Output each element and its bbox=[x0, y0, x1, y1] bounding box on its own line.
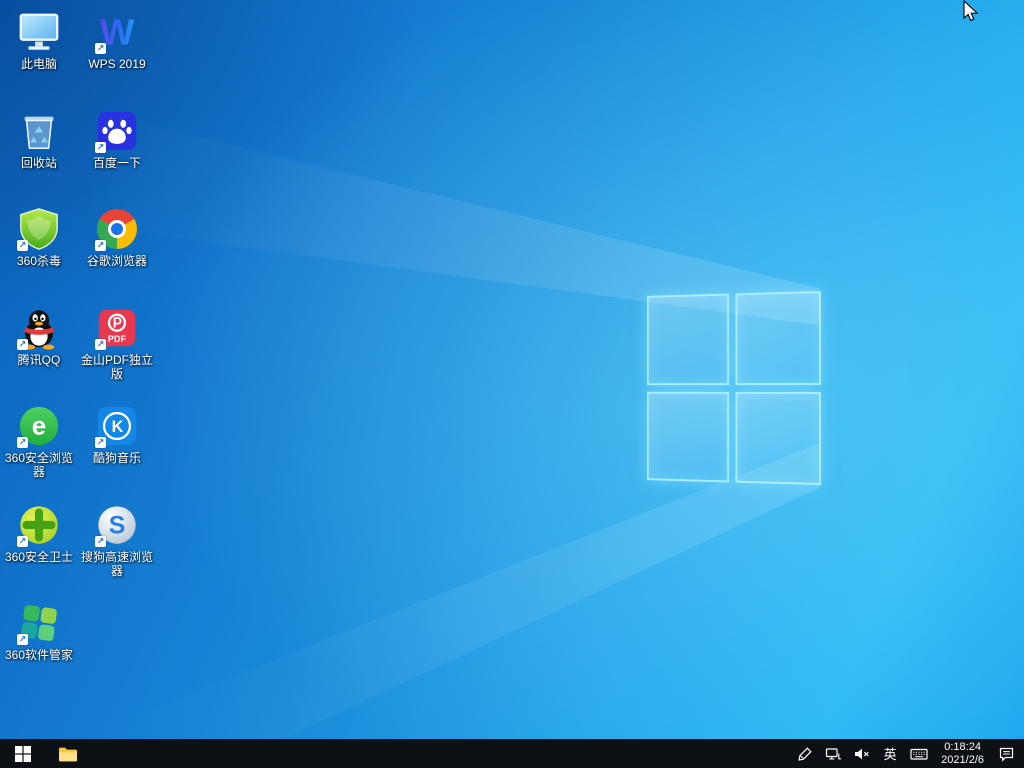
volume-muted-icon[interactable] bbox=[849, 739, 873, 768]
desktop-icon-this-pc[interactable]: 此电脑 bbox=[1, 9, 77, 71]
desktop-icon-wps-2019[interactable]: W↗ WPS 2019 bbox=[79, 9, 155, 71]
qq-icon: ↗ bbox=[16, 305, 62, 351]
windows-logo bbox=[647, 291, 821, 485]
taskbar: 英 0:18:24 2021/2/6 bbox=[0, 739, 1024, 768]
icon-label: 360安全卫士 bbox=[5, 550, 73, 564]
desktop-icon-recycle-bin[interactable]: 回收站 bbox=[1, 108, 77, 170]
desktop-icon-kugou-music[interactable]: K↗ 酷狗音乐 bbox=[79, 403, 155, 465]
shortcut-arrow-icon: ↗ bbox=[95, 536, 106, 547]
windows-start-icon bbox=[15, 746, 31, 762]
system-tray: 英 0:18:24 2021/2/6 bbox=[793, 739, 1024, 768]
shortcut-arrow-icon: ↗ bbox=[95, 437, 106, 448]
icon-label: 此电脑 bbox=[21, 57, 57, 71]
clock-time: 0:18:24 bbox=[944, 741, 981, 754]
icon-label: 回收站 bbox=[21, 156, 57, 170]
shortcut-arrow-icon: ↗ bbox=[17, 437, 28, 448]
icon-label: 百度一下 bbox=[93, 156, 141, 170]
clock-date: 2021/2/6 bbox=[941, 754, 984, 767]
desktop-icon-360-safe[interactable]: ↗ 360安全卫士 bbox=[1, 502, 77, 564]
chrome-icon: ↗ bbox=[94, 206, 140, 252]
wps-2019-icon: W↗ bbox=[94, 9, 140, 55]
this-pc-icon bbox=[16, 9, 62, 55]
desktop[interactable]: 此电脑 W↗ WPS 2019 回收站 ↗ 百度一下 ↗ 360杀毒 ↗ 谷歌浏… bbox=[0, 0, 1024, 739]
file-explorer-icon bbox=[57, 743, 79, 765]
svg-text:PDF: PDF bbox=[108, 334, 127, 344]
file-explorer-button[interactable] bbox=[46, 739, 90, 768]
icon-label: 360杀毒 bbox=[17, 254, 61, 268]
windows-logo-pane bbox=[647, 391, 729, 482]
baidu-icon: ↗ bbox=[94, 108, 140, 154]
clock[interactable]: 0:18:24 2021/2/6 bbox=[935, 739, 990, 768]
touch-keyboard-icon[interactable] bbox=[907, 739, 931, 768]
shortcut-arrow-icon: ↗ bbox=[17, 339, 28, 350]
desktop-icon-chrome[interactable]: ↗ 谷歌浏览器 bbox=[79, 206, 155, 268]
shortcut-arrow-icon: ↗ bbox=[95, 43, 106, 54]
icon-label: 金山PDF独立版 bbox=[79, 353, 155, 381]
desktop-icon-sogou-browser[interactable]: S↗ 搜狗高速浏览器 bbox=[79, 502, 155, 578]
windows-logo-pane bbox=[735, 291, 821, 385]
icon-label: WPS 2019 bbox=[88, 57, 145, 71]
desktop-icon-kingsoft-pdf[interactable]: PDF↗ 金山PDF独立版 bbox=[79, 305, 155, 381]
shortcut-arrow-icon: ↗ bbox=[95, 339, 106, 350]
start-button[interactable] bbox=[0, 739, 46, 768]
icon-label: 酷狗音乐 bbox=[93, 451, 141, 465]
desktop-icon-360-browser[interactable]: e↗ 360安全浏览器 bbox=[1, 403, 77, 479]
icon-label: 360安全浏览器 bbox=[1, 451, 77, 479]
svg-text:K: K bbox=[112, 418, 124, 436]
desktop-icon-360-software-manager[interactable]: ↗ 360软件管家 bbox=[1, 600, 77, 662]
icon-label: 搜狗高速浏览器 bbox=[79, 550, 155, 578]
icon-label: 谷歌浏览器 bbox=[87, 254, 147, 268]
kingsoft-pdf-icon: PDF↗ bbox=[94, 305, 140, 351]
kugou-music-icon: K↗ bbox=[94, 403, 140, 449]
windows-logo-pane bbox=[647, 294, 729, 385]
shortcut-arrow-icon: ↗ bbox=[17, 240, 28, 251]
recycle-bin-icon bbox=[16, 108, 62, 154]
shortcut-arrow-icon: ↗ bbox=[17, 536, 28, 547]
360-software-manager-icon: ↗ bbox=[16, 600, 62, 646]
shortcut-arrow-icon: ↗ bbox=[95, 142, 106, 153]
windows-logo-pane bbox=[735, 391, 821, 485]
icon-label: 360软件管家 bbox=[5, 648, 73, 662]
windows-ink-icon[interactable] bbox=[793, 739, 817, 768]
action-center-icon[interactable] bbox=[994, 739, 1018, 768]
360-antivirus-icon: ↗ bbox=[16, 206, 62, 252]
icon-label: 腾讯QQ bbox=[18, 353, 61, 367]
desktop-icon-360-antivirus[interactable]: ↗ 360杀毒 bbox=[1, 206, 77, 268]
shortcut-arrow-icon: ↗ bbox=[17, 634, 28, 645]
desktop-icon-qq[interactable]: ↗ 腾讯QQ bbox=[1, 305, 77, 367]
svg-text:e: e bbox=[32, 413, 46, 441]
language-indicator[interactable]: 英 bbox=[877, 739, 903, 768]
shortcut-arrow-icon: ↗ bbox=[95, 240, 106, 251]
desktop-icon-baidu[interactable]: ↗ 百度一下 bbox=[79, 108, 155, 170]
sogou-browser-icon: S↗ bbox=[94, 502, 140, 548]
svg-text:S: S bbox=[109, 512, 126, 540]
network-icon[interactable] bbox=[821, 739, 845, 768]
360-safe-icon: ↗ bbox=[16, 502, 62, 548]
360-browser-icon: e↗ bbox=[16, 403, 62, 449]
